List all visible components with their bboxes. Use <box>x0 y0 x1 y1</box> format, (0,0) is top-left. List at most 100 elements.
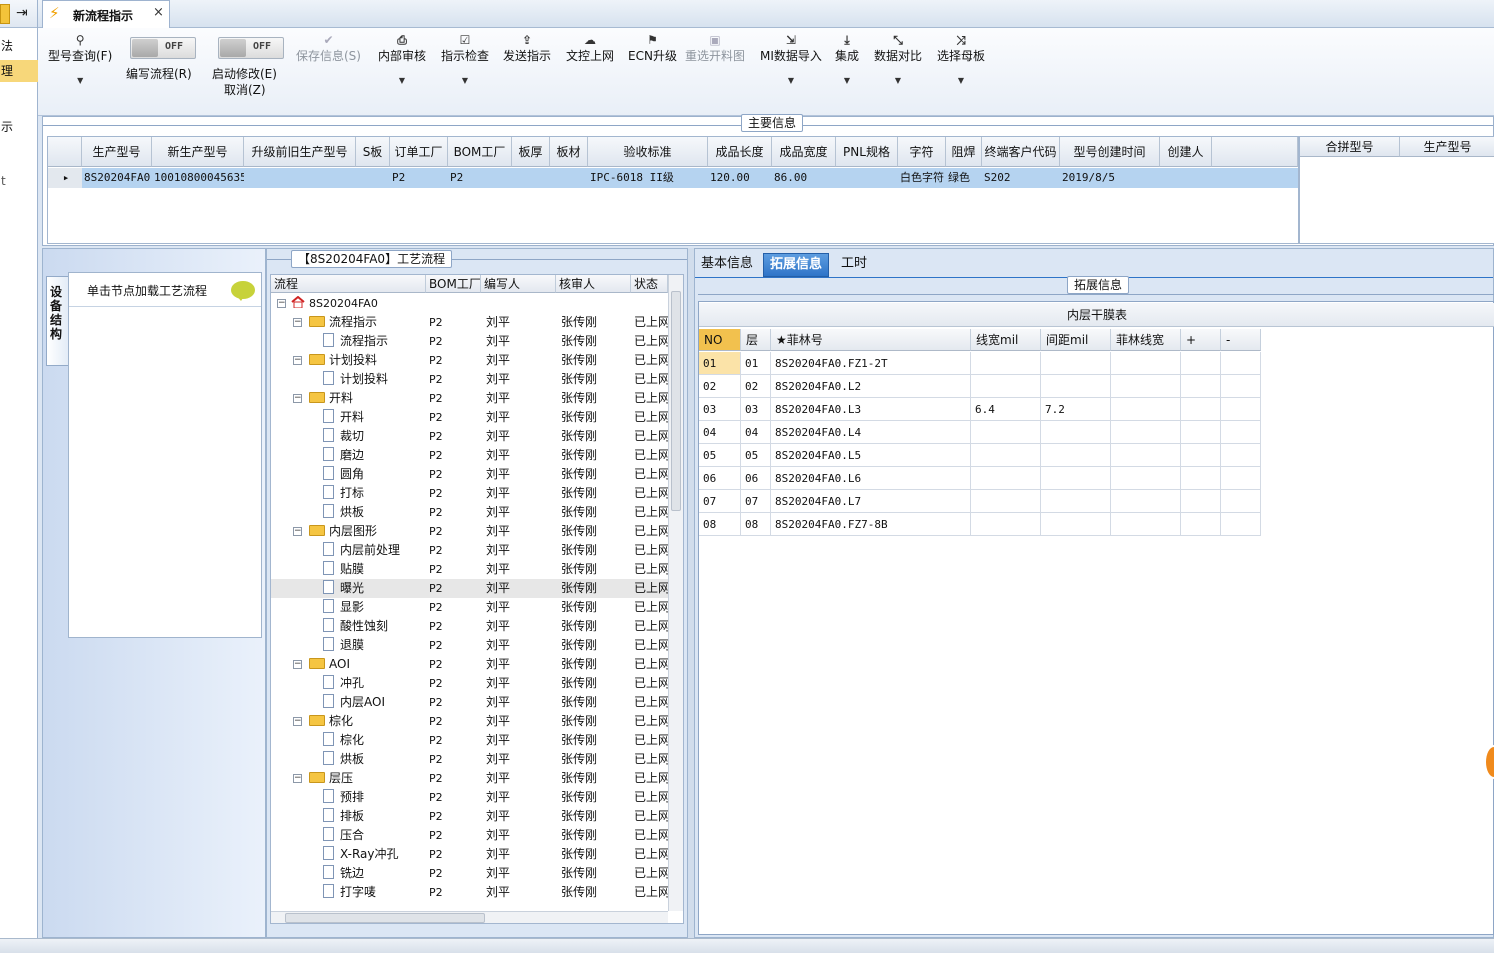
main-col-header[interactable]: 阻焊 <box>946 137 982 167</box>
film-cell[interactable] <box>971 375 1041 398</box>
film-cell[interactable]: 07 <box>699 490 741 513</box>
film-cell[interactable] <box>971 352 1041 375</box>
tree-row[interactable]: 磨边 P2 刘平 张传刚 已上网 <box>271 446 668 465</box>
film-cell[interactable] <box>1181 421 1221 444</box>
film-col-header[interactable]: 菲林线宽 <box>1111 329 1181 351</box>
main-col-header[interactable]: 新生产型号 <box>152 137 244 167</box>
main-col-header[interactable]: 验收标准 <box>588 137 708 167</box>
film-cell[interactable]: 8S20204FA0.L6 <box>771 467 971 490</box>
film-cell[interactable]: 8S20204FA0.L4 <box>771 421 971 444</box>
film-cell[interactable]: 06 <box>741 467 771 490</box>
tree-node[interactable]: 退膜 <box>271 636 426 655</box>
tree-node[interactable]: 内层前处理 <box>271 541 426 560</box>
close-icon[interactable]: × <box>153 5 164 20</box>
main-cell[interactable] <box>356 168 390 188</box>
tree-node[interactable]: − 开料 <box>271 389 426 408</box>
tree-row[interactable]: 圆角 P2 刘平 张传刚 已上网 <box>271 465 668 484</box>
film-cell[interactable]: 02 <box>741 375 771 398</box>
main-cell[interactable]: IPC-6018 II级 <box>588 168 708 188</box>
tree-row[interactable]: 退膜 P2 刘平 张传刚 已上网 <box>271 636 668 655</box>
main-cell[interactable] <box>550 168 588 188</box>
tree-row[interactable]: 内层前处理 P2 刘平 张传刚 已上网 <box>271 541 668 560</box>
tree-row[interactable]: 贴膜 P2 刘平 张传刚 已上网 <box>271 560 668 579</box>
main-col-header[interactable]: 板厚 <box>512 137 550 167</box>
tree-row[interactable]: − AOI P2 刘平 张传刚 已上网 <box>271 655 668 674</box>
chevron-down-icon[interactable]: ▼ <box>441 76 489 85</box>
edit-flow-toggle[interactable]: OFF <box>130 37 196 59</box>
main-cell[interactable]: 120.00 <box>708 168 772 188</box>
horizontal-scrollbar[interactable] <box>271 911 668 923</box>
tree-row[interactable]: − 开料 P2 刘平 张传刚 已上网 <box>271 389 668 408</box>
film-cell[interactable] <box>1041 375 1111 398</box>
tree-col-header[interactable]: BOM工厂 <box>426 275 481 293</box>
tree-node[interactable]: 计划投料 <box>271 370 426 389</box>
main-cell[interactable] <box>836 168 898 188</box>
tree-node[interactable]: 打字唛 <box>271 883 426 902</box>
film-col-header[interactable]: 线宽mil <box>971 329 1041 351</box>
collapse-toggle-icon[interactable]: − <box>293 356 302 365</box>
film-cell[interactable]: 06 <box>699 467 741 490</box>
film-cell[interactable] <box>1181 467 1221 490</box>
main-cell[interactable] <box>512 168 550 188</box>
tree-node[interactable]: 打标 <box>271 484 426 503</box>
film-cell[interactable]: 02 <box>699 375 741 398</box>
tree-row[interactable]: − 层压 P2 刘平 张传刚 已上网 <box>271 769 668 788</box>
tree-node[interactable]: 预排 <box>271 788 426 807</box>
film-cell[interactable]: 05 <box>741 444 771 467</box>
collapse-toggle-icon[interactable]: − <box>277 299 286 308</box>
film-col-header[interactable]: 层 <box>741 329 771 351</box>
tree-row[interactable]: 打字唛 P2 刘平 张传刚 已上网 <box>271 883 668 902</box>
tree-row[interactable]: 曝光 P2 刘平 张传刚 已上网 <box>271 579 668 598</box>
film-cell[interactable] <box>971 444 1041 467</box>
tree-node[interactable]: − AOI <box>271 655 426 674</box>
tree-row[interactable]: 开料 P2 刘平 张传刚 已上网 <box>271 408 668 427</box>
chevron-down-icon[interactable]: ▼ <box>48 76 112 85</box>
folder-icon[interactable] <box>0 4 10 24</box>
film-cell[interactable] <box>1041 490 1111 513</box>
tree-node[interactable]: − 流程指示 <box>271 313 426 332</box>
exit-icon[interactable]: ⇥ <box>16 5 28 21</box>
tree-row[interactable]: 裁切 P2 刘平 张传刚 已上网 <box>271 427 668 446</box>
tree-row[interactable]: 流程指示 P2 刘平 张传刚 已上网 <box>271 332 668 351</box>
main-cell[interactable]: S202 <box>982 168 1060 188</box>
tree-node[interactable]: 显影 <box>271 598 426 617</box>
collapse-toggle-icon[interactable]: − <box>293 774 302 783</box>
film-cell[interactable] <box>1041 352 1111 375</box>
left-nav-item[interactable]: 示 <box>0 116 38 138</box>
film-cell[interactable] <box>1221 352 1261 375</box>
chevron-down-icon[interactable]: ▼ <box>760 76 822 85</box>
chevron-down-icon[interactable]: ▼ <box>874 76 922 85</box>
film-cell[interactable] <box>1041 444 1111 467</box>
film-cell[interactable]: 8S20204FA0.FZ1-2T <box>771 352 971 375</box>
film-col-header[interactable]: 间距mil <box>1041 329 1111 351</box>
main-cell[interactable]: 8S20204FA0 <box>82 168 152 188</box>
tree-row[interactable]: − 内层图形 P2 刘平 张传刚 已上网 <box>271 522 668 541</box>
tree-col-header[interactable]: 状态 <box>631 275 668 293</box>
film-cell[interactable]: 8S20204FA0.L5 <box>771 444 971 467</box>
film-cell[interactable] <box>1221 490 1261 513</box>
film-cell[interactable] <box>1181 490 1221 513</box>
left-nav-item[interactable]: t <box>0 170 38 192</box>
film-col-header[interactable]: NO <box>699 329 741 351</box>
main-col-header[interactable]: 字符 <box>898 137 946 167</box>
main-cell[interactable]: 2019/8/5 <box>1060 168 1160 188</box>
film-cell[interactable]: 04 <box>741 421 771 444</box>
film-cell[interactable]: 03 <box>741 398 771 421</box>
tree-col-header[interactable]: 编写人 <box>481 275 556 293</box>
film-cell[interactable] <box>1111 375 1181 398</box>
film-cell[interactable]: 07 <box>741 490 771 513</box>
data-compare-button[interactable]: ⤡ 数据对比 ▼ <box>874 32 922 85</box>
main-col-header[interactable]: S板 <box>356 137 390 167</box>
film-cell[interactable] <box>971 467 1041 490</box>
film-cell[interactable]: 08 <box>741 513 771 536</box>
main-col-header[interactable]: 订单工厂 <box>390 137 448 167</box>
film-cell[interactable]: 01 <box>699 352 741 375</box>
film-cell[interactable] <box>1181 375 1221 398</box>
tab-basic-info[interactable]: 基本信息 <box>695 253 759 277</box>
film-cell[interactable]: 08 <box>699 513 741 536</box>
tree-row[interactable]: 烘板 P2 刘平 张传刚 已上网 <box>271 503 668 522</box>
collapse-toggle-icon[interactable]: − <box>293 527 302 536</box>
collapse-toggle-icon[interactable]: − <box>293 660 302 669</box>
main-col-header[interactable]: 创建人 <box>1160 137 1212 167</box>
film-cell[interactable] <box>1041 467 1111 490</box>
